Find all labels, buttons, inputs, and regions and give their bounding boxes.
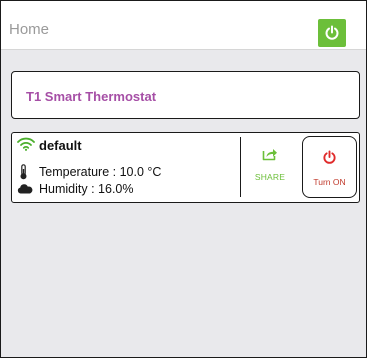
power-icon <box>323 150 336 164</box>
power-button[interactable] <box>318 19 346 47</box>
device-title-card[interactable]: T1 Smart Thermostat <box>11 71 360 119</box>
wifi-icon <box>17 137 35 151</box>
device-card: default Temperature : 10.0 °C Humidity :… <box>11 132 360 203</box>
device-name: default <box>39 138 82 153</box>
cloud-icon <box>17 184 33 194</box>
temperature-text: Temperature : 10.0 °C <box>39 165 162 179</box>
page-title: Home <box>9 21 50 38</box>
thermometer-icon <box>20 164 27 180</box>
humidity-text: Humidity : 16.0% <box>39 182 134 196</box>
turn-on-label: Turn ON <box>313 177 346 187</box>
turn-on-button[interactable]: Turn ON <box>302 136 357 198</box>
divider <box>240 137 241 197</box>
header: Home <box>1 1 366 50</box>
share-button[interactable]: SHARE <box>250 147 290 182</box>
app-frame: Home T1 Smart Thermostat default Tempera… <box>0 0 367 358</box>
device-title: T1 Smart Thermostat <box>26 89 157 104</box>
share-label: SHARE <box>254 172 286 182</box>
share-icon <box>262 149 277 161</box>
power-icon <box>325 25 339 40</box>
